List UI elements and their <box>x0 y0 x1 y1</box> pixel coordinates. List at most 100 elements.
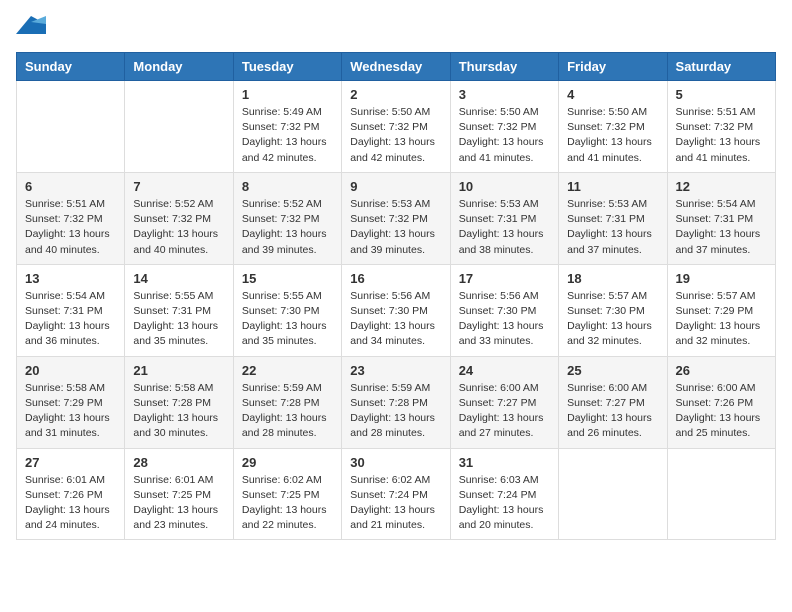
day-number: 27 <box>25 455 116 470</box>
day-info: Sunrise: 6:00 AMSunset: 7:27 PMDaylight:… <box>567 381 658 442</box>
weekday-header: Tuesday <box>233 53 341 81</box>
day-number: 25 <box>567 363 658 378</box>
day-number: 23 <box>350 363 441 378</box>
calendar-cell <box>559 448 667 540</box>
day-number: 16 <box>350 271 441 286</box>
day-info: Sunrise: 5:52 AMSunset: 7:32 PMDaylight:… <box>242 197 333 258</box>
day-number: 22 <box>242 363 333 378</box>
day-info: Sunrise: 5:52 AMSunset: 7:32 PMDaylight:… <box>133 197 224 258</box>
logo <box>16 16 50 40</box>
day-number: 17 <box>459 271 550 286</box>
weekday-header: Thursday <box>450 53 558 81</box>
day-number: 9 <box>350 179 441 194</box>
calendar-cell: 25 Sunrise: 6:00 AMSunset: 7:27 PMDayligh… <box>559 356 667 448</box>
day-info: Sunrise: 5:57 AMSunset: 7:29 PMDaylight:… <box>676 289 767 350</box>
day-info: Sunrise: 5:59 AMSunset: 7:28 PMDaylight:… <box>242 381 333 442</box>
calendar-cell: 16 Sunrise: 5:56 AMSunset: 7:30 PMDayligh… <box>342 264 450 356</box>
day-number: 29 <box>242 455 333 470</box>
calendar-cell: 21 Sunrise: 5:58 AMSunset: 7:28 PMDayligh… <box>125 356 233 448</box>
calendar-cell: 20 Sunrise: 5:58 AMSunset: 7:29 PMDayligh… <box>17 356 125 448</box>
day-info: Sunrise: 5:50 AMSunset: 7:32 PMDaylight:… <box>459 105 550 166</box>
day-info: Sunrise: 6:02 AMSunset: 7:24 PMDaylight:… <box>350 473 441 534</box>
calendar-week-row: 20 Sunrise: 5:58 AMSunset: 7:29 PMDayligh… <box>17 356 776 448</box>
weekday-header: Wednesday <box>342 53 450 81</box>
day-info: Sunrise: 5:57 AMSunset: 7:30 PMDaylight:… <box>567 289 658 350</box>
calendar-cell: 6 Sunrise: 5:51 AMSunset: 7:32 PMDaylight… <box>17 172 125 264</box>
day-number: 6 <box>25 179 116 194</box>
day-info: Sunrise: 5:51 AMSunset: 7:32 PMDaylight:… <box>676 105 767 166</box>
day-number: 8 <box>242 179 333 194</box>
day-info: Sunrise: 6:03 AMSunset: 7:24 PMDaylight:… <box>459 473 550 534</box>
day-number: 14 <box>133 271 224 286</box>
day-number: 20 <box>25 363 116 378</box>
calendar-cell <box>667 448 775 540</box>
day-number: 19 <box>676 271 767 286</box>
calendar-cell: 26Sunrise: 6:00 AMSunset: 7:26 PMDayligh… <box>667 356 775 448</box>
calendar-cell: 22 Sunrise: 5:59 AMSunset: 7:28 PMDayligh… <box>233 356 341 448</box>
weekday-header: Friday <box>559 53 667 81</box>
weekday-header: Saturday <box>667 53 775 81</box>
day-number: 21 <box>133 363 224 378</box>
day-number: 3 <box>459 87 550 102</box>
calendar-header-row: SundayMondayTuesdayWednesdayThursdayFrid… <box>17 53 776 81</box>
day-info: Sunrise: 6:02 AMSunset: 7:25 PMDaylight:… <box>242 473 333 534</box>
day-number: 30 <box>350 455 441 470</box>
calendar: SundayMondayTuesdayWednesdayThursdayFrid… <box>16 52 776 540</box>
calendar-cell: 13Sunrise: 5:54 AMSunset: 7:31 PMDayligh… <box>17 264 125 356</box>
weekday-header: Monday <box>125 53 233 81</box>
calendar-cell: 31 Sunrise: 6:03 AMSunset: 7:24 PMDayligh… <box>450 448 558 540</box>
day-info: Sunrise: 5:50 AMSunset: 7:32 PMDaylight:… <box>567 105 658 166</box>
day-number: 15 <box>242 271 333 286</box>
day-number: 1 <box>242 87 333 102</box>
day-number: 13 <box>25 271 116 286</box>
day-info: Sunrise: 5:50 AMSunset: 7:32 PMDaylight:… <box>350 105 441 166</box>
day-number: 26 <box>676 363 767 378</box>
day-number: 10 <box>459 179 550 194</box>
page-header <box>16 16 776 40</box>
calendar-cell: 23 Sunrise: 5:59 AMSunset: 7:28 PMDayligh… <box>342 356 450 448</box>
day-number: 11 <box>567 179 658 194</box>
calendar-cell: 18Sunrise: 5:57 AMSunset: 7:30 PMDayligh… <box>559 264 667 356</box>
day-number: 4 <box>567 87 658 102</box>
weekday-header: Sunday <box>17 53 125 81</box>
day-info: Sunrise: 5:55 AMSunset: 7:31 PMDaylight:… <box>133 289 224 350</box>
day-info: Sunrise: 6:00 AMSunset: 7:27 PMDaylight:… <box>459 381 550 442</box>
day-info: Sunrise: 5:53 AMSunset: 7:31 PMDaylight:… <box>459 197 550 258</box>
calendar-cell: 9Sunrise: 5:53 AMSunset: 7:32 PMDaylight… <box>342 172 450 264</box>
day-info: Sunrise: 5:51 AMSunset: 7:32 PMDaylight:… <box>25 197 116 258</box>
calendar-cell: 24Sunrise: 6:00 AMSunset: 7:27 PMDayligh… <box>450 356 558 448</box>
day-number: 5 <box>676 87 767 102</box>
day-number: 12 <box>676 179 767 194</box>
day-number: 2 <box>350 87 441 102</box>
calendar-cell: 14 Sunrise: 5:55 AMSunset: 7:31 PMDayligh… <box>125 264 233 356</box>
calendar-week-row: 27 Sunrise: 6:01 AMSunset: 7:26 PMDayligh… <box>17 448 776 540</box>
calendar-cell: 10 Sunrise: 5:53 AMSunset: 7:31 PMDayligh… <box>450 172 558 264</box>
calendar-cell: 19 Sunrise: 5:57 AMSunset: 7:29 PMDayligh… <box>667 264 775 356</box>
calendar-cell: 2 Sunrise: 5:50 AMSunset: 7:32 PMDaylight… <box>342 81 450 173</box>
calendar-cell: 28Sunrise: 6:01 AMSunset: 7:25 PMDayligh… <box>125 448 233 540</box>
calendar-week-row: 13Sunrise: 5:54 AMSunset: 7:31 PMDayligh… <box>17 264 776 356</box>
day-info: Sunrise: 6:01 AMSunset: 7:25 PMDaylight:… <box>133 473 224 534</box>
calendar-cell: 7 Sunrise: 5:52 AMSunset: 7:32 PMDaylight… <box>125 172 233 264</box>
day-info: Sunrise: 5:49 AMSunset: 7:32 PMDaylight:… <box>242 105 333 166</box>
day-number: 31 <box>459 455 550 470</box>
calendar-cell: 15 Sunrise: 5:55 AMSunset: 7:30 PMDayligh… <box>233 264 341 356</box>
calendar-cell: 3 Sunrise: 5:50 AMSunset: 7:32 PMDaylight… <box>450 81 558 173</box>
calendar-week-row: 1 Sunrise: 5:49 AMSunset: 7:32 PMDaylight… <box>17 81 776 173</box>
day-info: Sunrise: 5:55 AMSunset: 7:30 PMDaylight:… <box>242 289 333 350</box>
day-info: Sunrise: 6:01 AMSunset: 7:26 PMDaylight:… <box>25 473 116 534</box>
day-info: Sunrise: 5:56 AMSunset: 7:30 PMDaylight:… <box>350 289 441 350</box>
calendar-cell: 12Sunrise: 5:54 AMSunset: 7:31 PMDayligh… <box>667 172 775 264</box>
day-info: Sunrise: 5:58 AMSunset: 7:29 PMDaylight:… <box>25 381 116 442</box>
calendar-cell: 29 Sunrise: 6:02 AMSunset: 7:25 PMDayligh… <box>233 448 341 540</box>
day-info: Sunrise: 5:56 AMSunset: 7:30 PMDaylight:… <box>459 289 550 350</box>
day-info: Sunrise: 5:59 AMSunset: 7:28 PMDaylight:… <box>350 381 441 442</box>
day-info: Sunrise: 5:58 AMSunset: 7:28 PMDaylight:… <box>133 381 224 442</box>
calendar-cell: 5 Sunrise: 5:51 AMSunset: 7:32 PMDaylight… <box>667 81 775 173</box>
calendar-cell: 4 Sunrise: 5:50 AMSunset: 7:32 PMDaylight… <box>559 81 667 173</box>
calendar-cell: 30 Sunrise: 6:02 AMSunset: 7:24 PMDayligh… <box>342 448 450 540</box>
day-number: 7 <box>133 179 224 194</box>
day-info: Sunrise: 5:53 AMSunset: 7:31 PMDaylight:… <box>567 197 658 258</box>
calendar-cell: 1 Sunrise: 5:49 AMSunset: 7:32 PMDaylight… <box>233 81 341 173</box>
calendar-cell: 17 Sunrise: 5:56 AMSunset: 7:30 PMDayligh… <box>450 264 558 356</box>
